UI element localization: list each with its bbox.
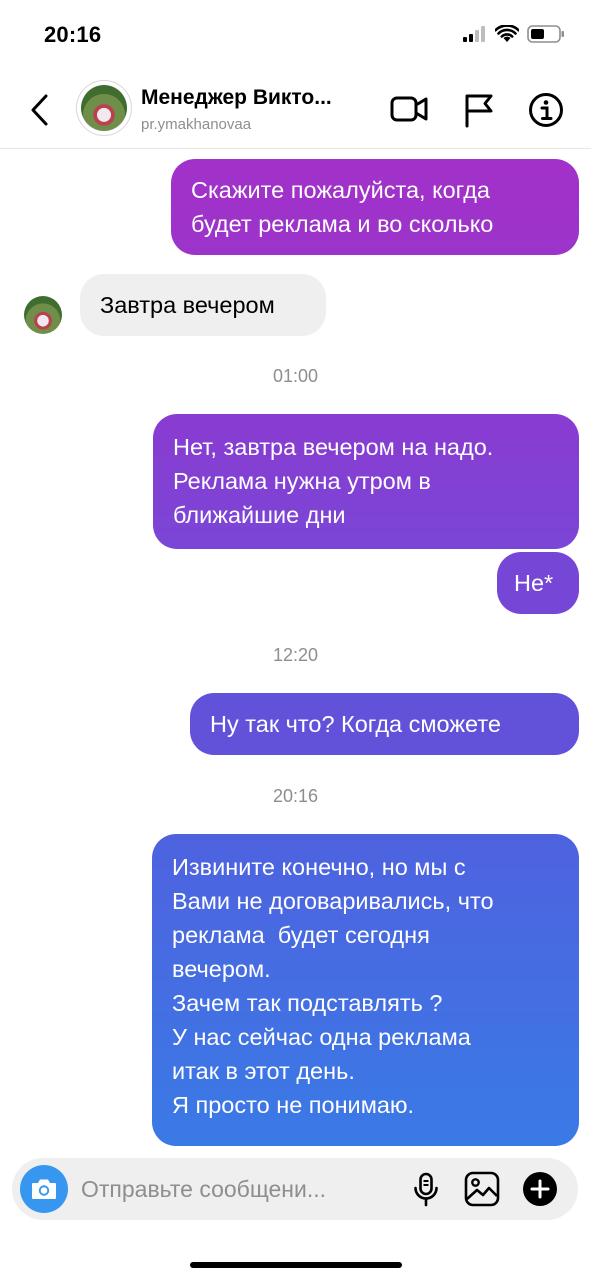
camera-button[interactable]	[20, 1165, 68, 1213]
status-icons	[463, 25, 565, 43]
message-line: Завтра вечером	[100, 292, 275, 318]
wifi-icon	[495, 25, 519, 42]
message-received[interactable]: Завтра вечером	[80, 274, 326, 336]
message-line: ближайшие дни	[173, 502, 346, 528]
message-sent[interactable]: Ну так что? Когда сможете	[190, 693, 579, 755]
message-sent[interactable]: Нет, завтра вечером на надо. Реклама нуж…	[153, 414, 579, 549]
battery-icon	[527, 25, 564, 43]
contact-username[interactable]: pr.ymakhanovaa	[141, 116, 251, 133]
status-bar: 20:16	[0, 0, 591, 70]
avatar-image	[81, 85, 127, 131]
flag-icon[interactable]	[463, 92, 495, 128]
message-line: Нет, завтра вечером на надо.	[173, 434, 494, 460]
signal-icon	[463, 26, 485, 42]
contact-avatar[interactable]	[76, 80, 132, 136]
message-line: Извините конечно, но мы с	[172, 854, 466, 880]
timestamp: 20:16	[272, 786, 319, 806]
message-sent[interactable]: Скажите пожалуйста, когда будет реклама …	[171, 159, 579, 255]
back-icon[interactable]	[26, 90, 56, 130]
message-composer[interactable]: Отправьте сообщени...	[12, 1158, 578, 1220]
sender-avatar[interactable]	[24, 296, 62, 334]
message-line: Зачем так подставлять ?	[172, 990, 443, 1016]
contact-name[interactable]: Менеджер Викто...	[141, 86, 332, 110]
add-icon[interactable]	[522, 1171, 558, 1207]
info-icon[interactable]	[528, 92, 564, 128]
microphone-icon[interactable]	[412, 1172, 440, 1208]
message-line: Вами не договаривались, что	[172, 888, 494, 914]
message-sent[interactable]: Извините конечно, но мы с Вами не догова…	[152, 834, 579, 1146]
status-time: 20:16	[44, 22, 102, 47]
message-line: Ну так что? Когда сможете	[210, 711, 501, 737]
message-line: реклама будет сегодня	[172, 922, 430, 948]
message-line: Я просто не понимаю.	[172, 1092, 415, 1118]
message-input[interactable]: Отправьте сообщени...	[81, 1176, 326, 1203]
message-line: вечером.	[172, 956, 271, 982]
timestamp: 12:20	[272, 645, 319, 665]
camera-icon	[32, 1179, 56, 1199]
video-call-icon[interactable]	[390, 92, 428, 126]
message-line: Не*	[514, 570, 554, 596]
message-sent[interactable]: Не*	[497, 552, 579, 614]
timestamp: 01:00	[272, 366, 319, 386]
message-line: У нас сейчас одна реклама	[172, 1024, 471, 1050]
message-line: Скажите пожалуйста, когда	[191, 177, 490, 203]
message-line: итак в этот день.	[172, 1058, 355, 1084]
avatar-image	[24, 296, 62, 334]
message-line: будет реклама и во сколько	[191, 211, 494, 237]
home-indicator[interactable]	[190, 1262, 402, 1268]
chat-header: Менеджер Викто... pr.ymakhanovaa	[0, 70, 591, 149]
message-line: Реклама нужна утром в	[173, 468, 431, 494]
gallery-icon[interactable]	[464, 1171, 500, 1207]
